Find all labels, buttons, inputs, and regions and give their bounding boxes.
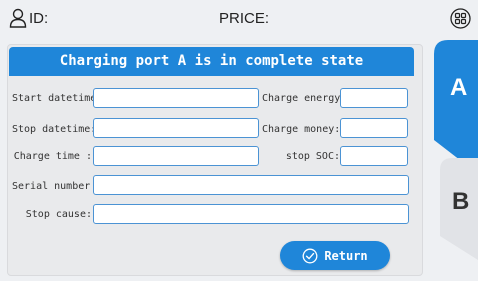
tab-port-b[interactable]: B <box>440 158 478 260</box>
charge-energy-field[interactable] <box>340 88 408 108</box>
charge-time-field[interactable] <box>93 146 259 166</box>
tab-b-label: B <box>452 188 470 215</box>
tab-port-a[interactable]: A <box>434 40 478 174</box>
id-label: ID: <box>29 10 49 27</box>
tab-a-label: A <box>450 74 468 101</box>
price-label: PRICE: <box>219 10 270 27</box>
serial-number-label: Serial number : <box>12 181 103 192</box>
stop-datetime-field[interactable] <box>93 118 259 138</box>
charge-money-label: Charge money: <box>262 124 341 135</box>
serial-number-field[interactable] <box>93 175 409 195</box>
start-datetime-field[interactable] <box>93 88 259 108</box>
stop-soc-label: stop SOC: <box>285 151 340 162</box>
panel-title: Charging port A is in complete state <box>9 47 414 76</box>
check-circle-icon <box>302 248 318 263</box>
return-label: Return <box>324 248 368 263</box>
grid-menu-icon[interactable] <box>450 8 471 29</box>
tab-a-shape <box>434 40 478 174</box>
charge-money-field[interactable] <box>340 118 408 138</box>
stop-cause-label: Stop cause: <box>25 209 92 220</box>
return-button[interactable]: Return <box>280 241 390 270</box>
top-bar: ID: PRICE: <box>0 0 478 36</box>
stop-datetime-label: Stop datetime: <box>12 124 97 135</box>
user-icon <box>9 8 27 28</box>
stop-cause-field[interactable] <box>93 204 409 224</box>
charge-time-label: Charge time : <box>13 151 92 162</box>
charge-energy-label: Charge energy: <box>262 93 347 104</box>
start-datetime-label: Start datetime: <box>12 93 103 104</box>
stop-soc-field[interactable] <box>340 146 408 166</box>
